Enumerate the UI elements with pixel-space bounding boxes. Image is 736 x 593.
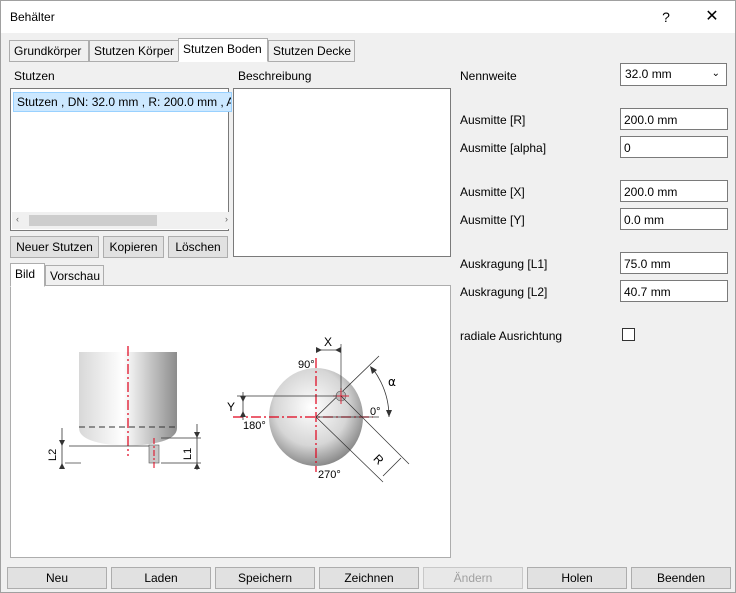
- l2-label: L2: [47, 449, 59, 461]
- ausmitte-y-input[interactable]: [620, 208, 728, 230]
- nozzle-diagram: L2 L1 α 0° 90° 180° 270° X Y R: [47, 335, 410, 483]
- stutzen-label: Stutzen: [14, 69, 55, 83]
- nennweite-value: 32.0 mm: [625, 67, 672, 81]
- tab-stutzen-koerper[interactable]: Stutzen Körper: [89, 40, 179, 62]
- ausmitte-r-label: Ausmitte [R]: [460, 113, 526, 127]
- y-arrow-bottom: [240, 411, 246, 417]
- neuer-stutzen-button[interactable]: Neuer Stutzen: [10, 236, 99, 258]
- main-window: Behälter ? ✕ Grundkörper Stutzen Körper …: [0, 0, 736, 593]
- x-label: X: [324, 335, 332, 349]
- horizontal-scrollbar[interactable]: ‹ ›: [12, 212, 236, 229]
- beschreibung-textarea[interactable]: [233, 88, 451, 257]
- one-eighty-degree-label: 180°: [243, 420, 266, 432]
- alpha-arrow-bottom: [386, 410, 392, 417]
- tab-bild[interactable]: Bild: [10, 263, 45, 287]
- alpha-label: α: [388, 375, 396, 389]
- title-bar: Behälter ? ✕: [1, 1, 735, 33]
- l1-arrow-bottom: [194, 463, 200, 469]
- l1-arrow-top: [194, 432, 200, 438]
- aendern-button[interactable]: Ändern: [423, 567, 523, 589]
- ausmitte-r-input[interactable]: [620, 108, 728, 130]
- bild-panel: L2 L1 α 0° 90° 180° 270° X Y R: [10, 285, 451, 558]
- l2-arrow-bottom: [59, 463, 65, 469]
- zero-degree-label: 0°: [370, 406, 381, 418]
- tab-stutzen-boden[interactable]: Stutzen Boden: [178, 38, 268, 62]
- x-arrow-left: [316, 347, 322, 353]
- radiale-ausrichtung-label: radiale Ausrichtung: [460, 329, 563, 343]
- r-label: R: [371, 452, 387, 468]
- ausmitte-alpha-input[interactable]: [620, 136, 728, 158]
- ausmitte-x-input[interactable]: [620, 180, 728, 202]
- l2-arrow-top: [59, 440, 65, 446]
- zeichnen-button[interactable]: Zeichnen: [319, 567, 419, 589]
- x-arrow-right: [335, 347, 341, 353]
- list-item[interactable]: Stutzen , DN: 32.0 mm , R: 200.0 mm , A: [13, 92, 232, 112]
- kopieren-button[interactable]: Kopieren: [103, 236, 164, 258]
- l1-label: L1: [182, 448, 194, 460]
- ausmitte-alpha-label: Ausmitte [alpha]: [460, 141, 547, 155]
- y-label: Y: [227, 400, 235, 414]
- auskragung-l2-label: Auskragung [L2]: [460, 285, 548, 299]
- holen-button[interactable]: Holen: [527, 567, 627, 589]
- stutzen-list[interactable]: Stutzen , DN: 32.0 mm , R: 200.0 mm , A …: [10, 88, 236, 231]
- radiale-ausrichtung-checkbox[interactable]: [622, 328, 635, 341]
- ninety-degree-label: 90°: [298, 359, 315, 371]
- scroll-left-icon[interactable]: ‹: [16, 214, 19, 224]
- side-view: L2 L1: [47, 346, 201, 470]
- nennweite-label: Nennweite: [460, 69, 517, 83]
- beschreibung-label: Beschreibung: [238, 69, 312, 83]
- help-button[interactable]: ?: [643, 1, 689, 33]
- laden-button[interactable]: Laden: [111, 567, 211, 589]
- window-title: Behälter: [10, 10, 55, 24]
- tab-grundkoerper[interactable]: Grundkörper: [9, 40, 89, 62]
- scrollbar-thumb[interactable]: [29, 215, 157, 226]
- auskragung-l1-label: Auskragung [L1]: [460, 257, 548, 271]
- ausmitte-y-label: Ausmitte [Y]: [460, 213, 525, 227]
- loeschen-button[interactable]: Löschen: [168, 236, 228, 258]
- close-button[interactable]: ✕: [689, 1, 735, 33]
- chevron-down-icon: ⌄: [711, 68, 720, 79]
- scroll-right-icon[interactable]: ›: [225, 214, 228, 224]
- nennweite-dropdown[interactable]: 32.0 mm ⌄: [620, 63, 727, 86]
- neu-button[interactable]: Neu: [7, 567, 107, 589]
- two-seventy-degree-label: 270°: [318, 469, 341, 481]
- y-arrow-top: [240, 396, 246, 402]
- tab-stutzen-decke[interactable]: Stutzen Decke: [268, 40, 355, 62]
- auskragung-l2-input[interactable]: [620, 280, 728, 302]
- top-view: α 0° 90° 180° 270° X Y R: [227, 335, 410, 483]
- ausmitte-x-label: Ausmitte [X]: [460, 185, 525, 199]
- beenden-button[interactable]: Beenden: [631, 567, 731, 589]
- r-dimension-line: [382, 457, 402, 477]
- auskragung-l1-input[interactable]: [620, 252, 728, 274]
- speichern-button[interactable]: Speichern: [215, 567, 315, 589]
- tab-vorschau[interactable]: Vorschau: [45, 265, 104, 287]
